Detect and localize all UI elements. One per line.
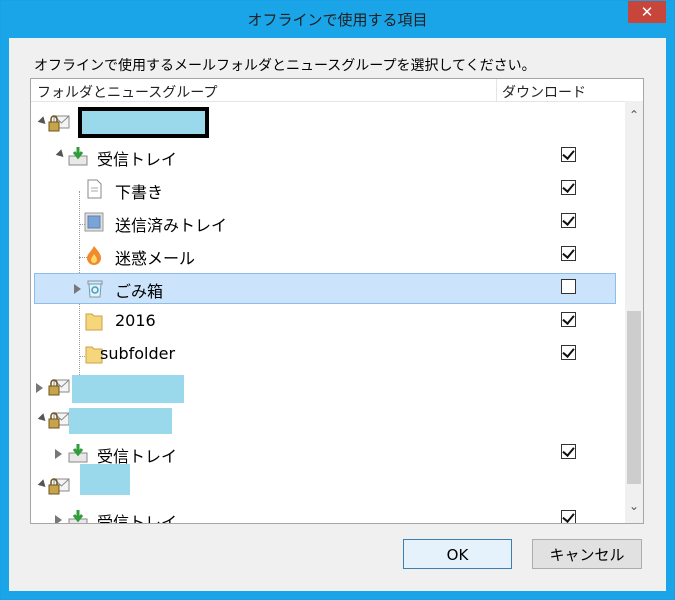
tree-row-account[interactable] bbox=[31, 464, 625, 502]
expand-arrow-icon[interactable] bbox=[55, 515, 62, 523]
folder-icon bbox=[85, 313, 103, 331]
title-bar[interactable]: オフラインで使用する項目 ✕ bbox=[1, 1, 674, 38]
download-checkbox[interactable] bbox=[561, 312, 576, 327]
junk-icon bbox=[87, 246, 101, 265]
expand-arrow-icon[interactable] bbox=[55, 449, 62, 459]
checkmark-icon bbox=[562, 312, 575, 325]
tree-row-account[interactable] bbox=[31, 107, 625, 139]
inbox-icon bbox=[68, 147, 88, 166]
expand-arrow-icon[interactable] bbox=[74, 284, 81, 294]
mail-account-icon bbox=[48, 412, 70, 429]
download-checkbox[interactable] bbox=[561, 345, 576, 360]
checkmark-icon bbox=[562, 345, 575, 358]
tree-row-subfolder[interactable]: subfolder bbox=[31, 339, 625, 370]
download-checkbox[interactable] bbox=[561, 510, 576, 523]
tree-row-account[interactable] bbox=[31, 372, 625, 403]
window-title: オフラインで使用する項目 bbox=[247, 11, 428, 29]
tree-row-junk[interactable]: 迷惑メール bbox=[31, 240, 625, 271]
inbox-icon bbox=[68, 510, 88, 523]
expand-arrow-icon[interactable] bbox=[36, 383, 43, 393]
checkmark-icon bbox=[562, 180, 575, 193]
scroll-down-button[interactable]: ⌄ bbox=[625, 497, 643, 515]
checkmark-icon bbox=[562, 246, 575, 259]
vertical-scrollbar[interactable]: ⌃ ⌄ bbox=[625, 101, 643, 523]
collapse-arrow-icon[interactable] bbox=[37, 413, 49, 424]
collapse-arrow-icon[interactable] bbox=[37, 479, 49, 490]
trash-icon bbox=[87, 280, 103, 298]
collapse-arrow-icon[interactable] bbox=[37, 116, 49, 127]
folder-label: subfolder bbox=[100, 344, 176, 363]
list-header: フォルダとニュースグループ ダウンロード bbox=[31, 79, 625, 102]
download-checkbox[interactable] bbox=[561, 279, 576, 294]
sent-icon bbox=[84, 212, 104, 232]
inbox-icon bbox=[68, 444, 88, 463]
folder-label: 受信トレイ bbox=[97, 150, 178, 169]
folder-list[interactable]: フォルダとニュースグループ ダウンロード 受信トレイ 下書き 送信済みトレイ 迷… bbox=[30, 78, 644, 524]
checkmark-icon bbox=[562, 213, 575, 226]
column-header-download[interactable]: ダウンロード bbox=[502, 82, 586, 102]
checkmark-icon bbox=[562, 510, 575, 523]
tree-row-trash[interactable]: ごみ箱 bbox=[31, 273, 625, 304]
tree-row-drafts[interactable]: 下書き bbox=[31, 174, 625, 205]
dialog-content: オフラインで使用するメールフォルダとニュースグループを選択してください。 フォル… bbox=[9, 38, 666, 591]
tree-row-sent[interactable]: 送信済みトレイ bbox=[31, 207, 625, 238]
mail-account-icon bbox=[48, 115, 70, 132]
window-frame-left bbox=[1, 38, 9, 591]
folder-label: 迷惑メール bbox=[115, 249, 196, 268]
folder-label: 受信トレイ bbox=[97, 513, 178, 524]
instruction-text: オフラインで使用するメールフォルダとニュースグループを選択してください。 bbox=[34, 58, 536, 74]
folder-label: ごみ箱 bbox=[115, 282, 164, 301]
checkmark-icon bbox=[562, 444, 575, 457]
checkmark-icon bbox=[562, 147, 575, 160]
tree-row-inbox[interactable]: 受信トレイ bbox=[31, 504, 625, 524]
window-frame-bottom bbox=[1, 591, 674, 599]
scrollbar-thumb[interactable] bbox=[627, 311, 641, 484]
tree-row-account[interactable] bbox=[31, 405, 625, 436]
tree-row-inbox[interactable]: 受信トレイ bbox=[31, 141, 625, 172]
scroll-up-button[interactable]: ⌃ bbox=[625, 106, 643, 124]
redacted-account-name bbox=[78, 107, 209, 138]
column-divider[interactable] bbox=[496, 79, 497, 101]
close-button[interactable]: ✕ bbox=[628, 1, 666, 23]
folder-label: 下書き bbox=[115, 183, 164, 202]
folder-label: 送信済みトレイ bbox=[115, 216, 228, 235]
mail-account-icon bbox=[48, 478, 70, 495]
tree-row-folder-2016[interactable]: 2016 bbox=[31, 306, 625, 337]
ok-button[interactable]: OK bbox=[403, 539, 512, 569]
download-checkbox[interactable] bbox=[561, 180, 576, 195]
redacted-account-name bbox=[69, 408, 172, 434]
redacted-account-name bbox=[72, 375, 184, 403]
window-frame-right bbox=[666, 38, 674, 591]
cancel-button[interactable]: キャンセル bbox=[532, 539, 642, 569]
dialog-window: オフラインで使用する項目 ✕ オフラインで使用するメールフォルダとニュースグルー… bbox=[0, 0, 675, 600]
download-checkbox[interactable] bbox=[561, 246, 576, 261]
download-checkbox[interactable] bbox=[561, 444, 576, 459]
mail-account-icon bbox=[48, 379, 70, 396]
download-checkbox[interactable] bbox=[561, 213, 576, 228]
download-checkbox[interactable] bbox=[561, 147, 576, 162]
folder-label: 2016 bbox=[115, 311, 156, 330]
collapse-arrow-icon[interactable] bbox=[55, 149, 67, 160]
redacted-account-name bbox=[80, 464, 130, 495]
drafts-icon bbox=[87, 179, 102, 199]
column-header-folders[interactable]: フォルダとニュースグループ bbox=[37, 82, 217, 102]
